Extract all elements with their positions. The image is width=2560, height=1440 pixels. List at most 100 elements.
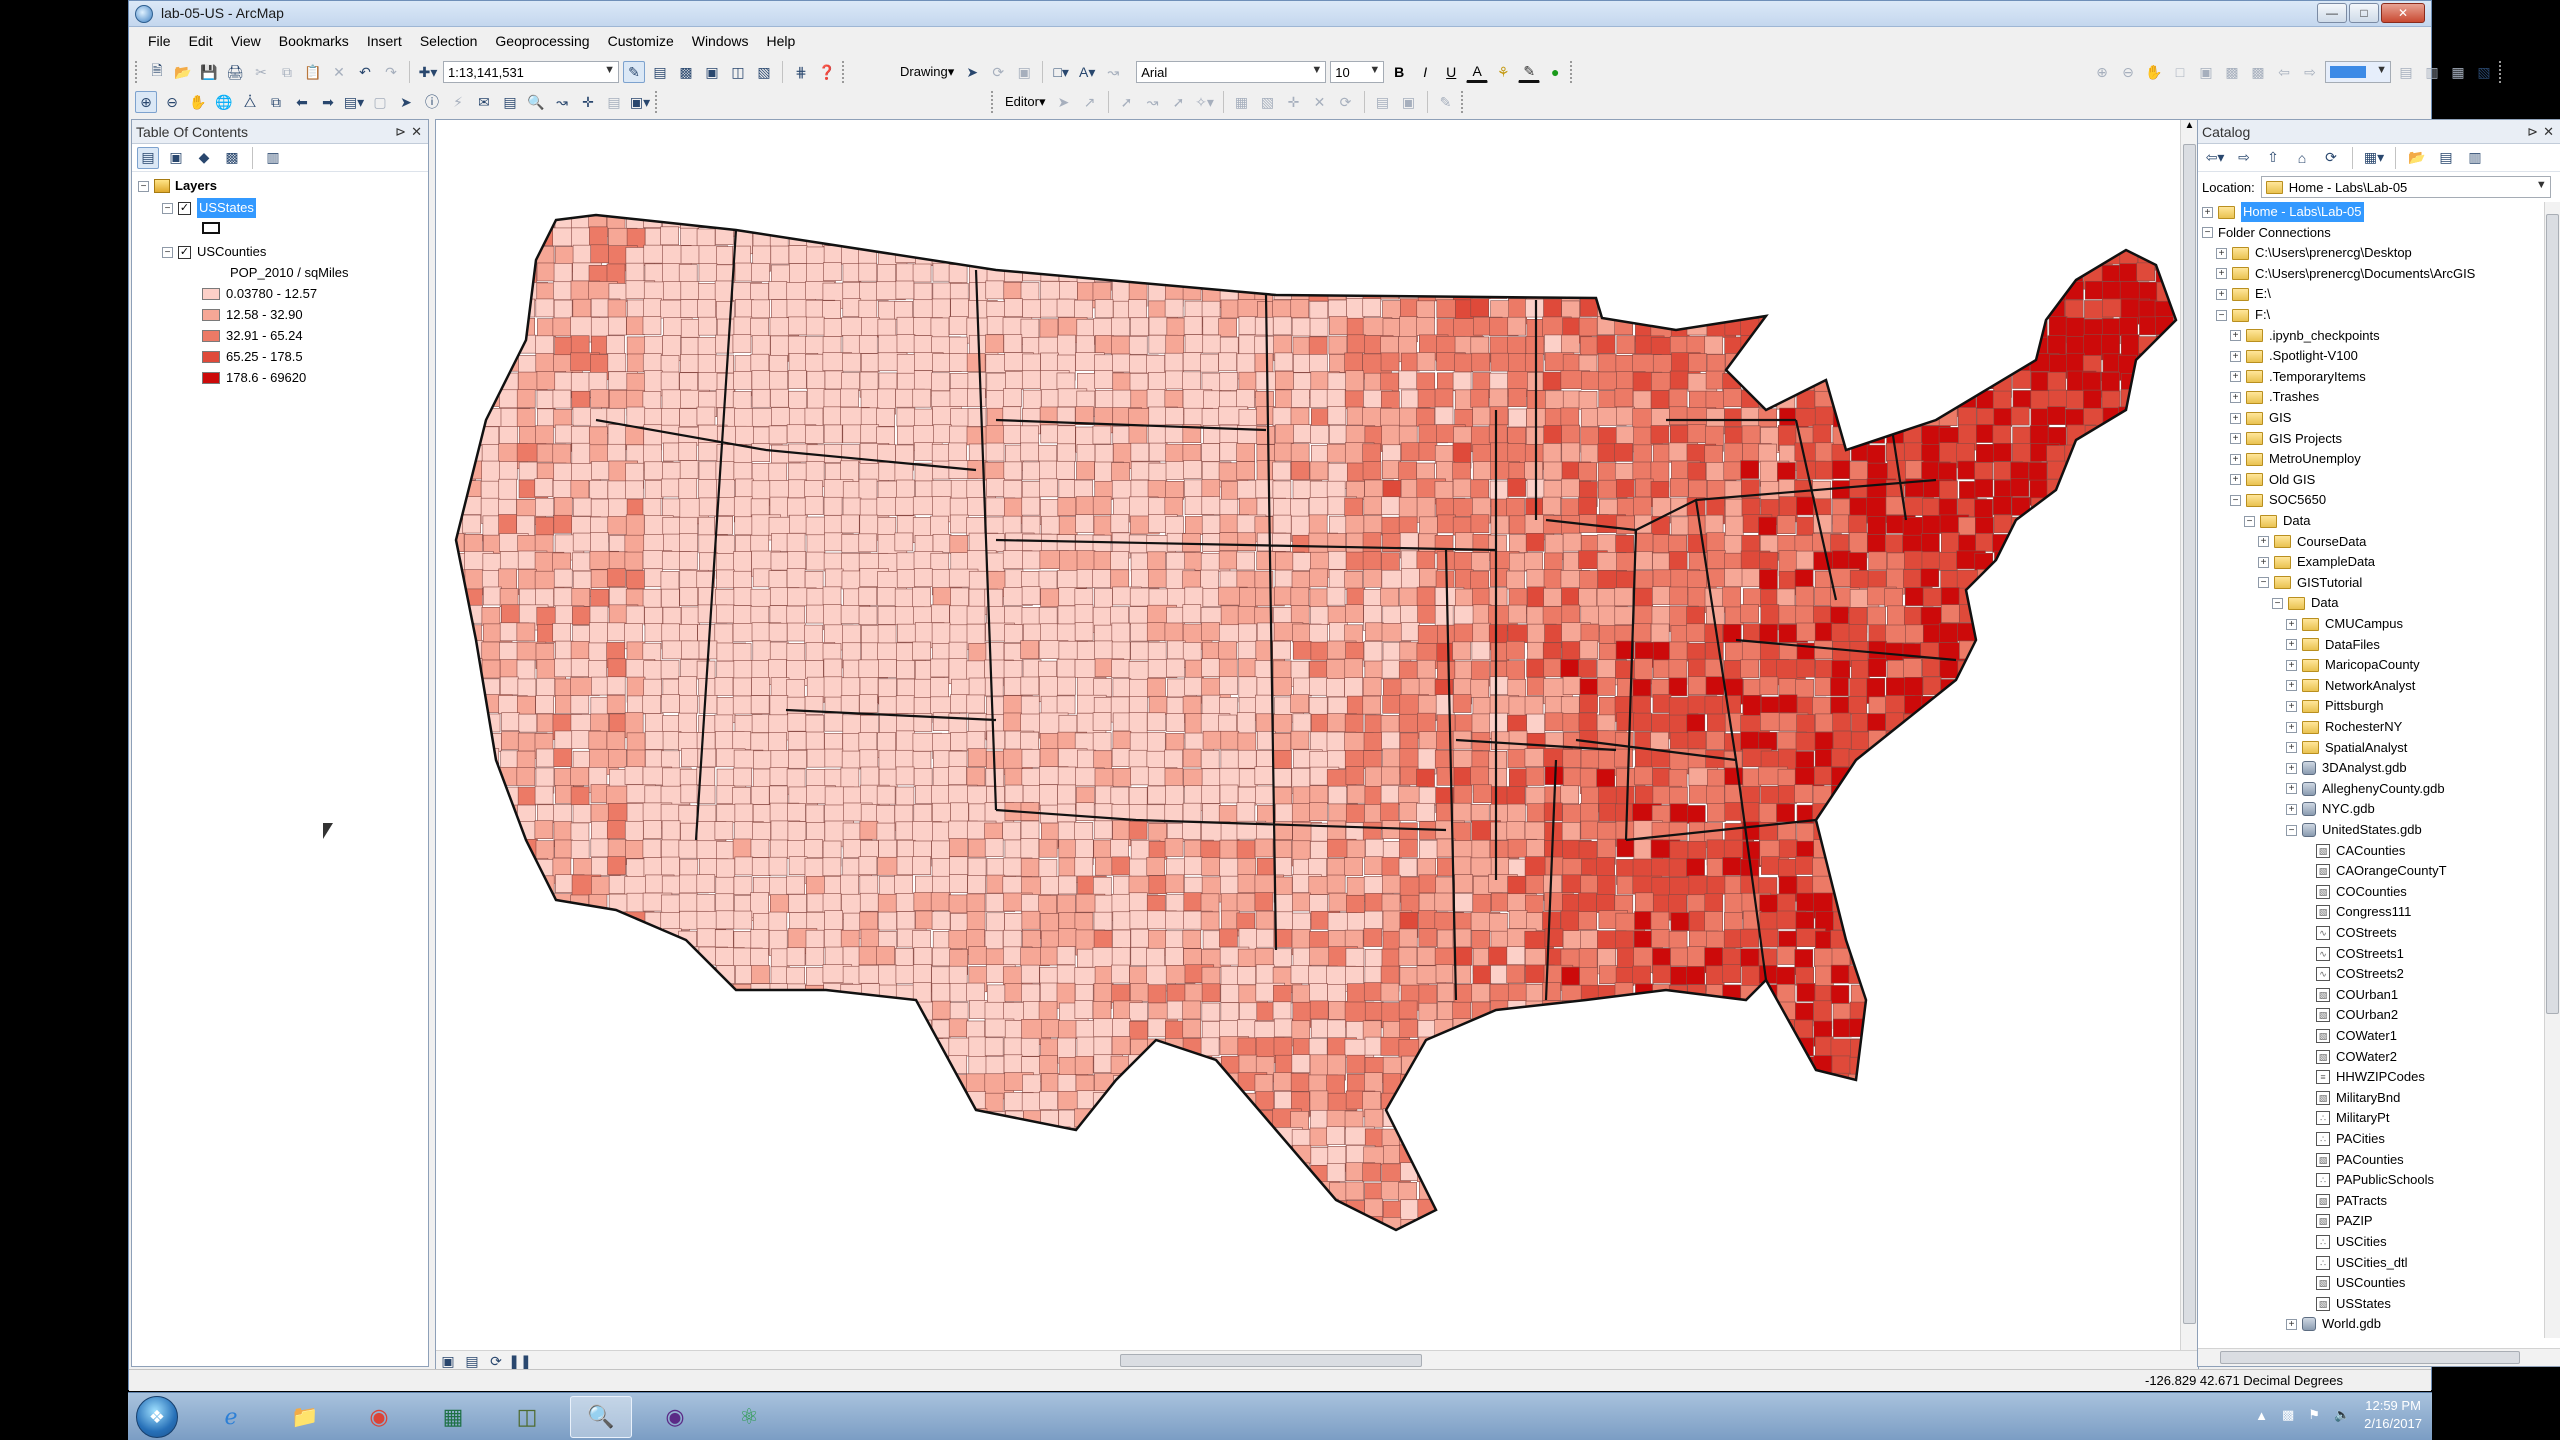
county-polygon[interactable]: [1057, 676, 1076, 696]
county-polygon[interactable]: [570, 1020, 589, 1039]
county-polygon[interactable]: [788, 749, 807, 769]
county-polygon[interactable]: [1995, 767, 2025, 787]
county-polygon[interactable]: [625, 983, 655, 1010]
county-polygon[interactable]: [1884, 911, 1904, 938]
county-polygon[interactable]: [914, 226, 933, 245]
county-polygon[interactable]: [751, 299, 770, 319]
county-polygon[interactable]: [1472, 1056, 1492, 1075]
county-polygon[interactable]: [1328, 264, 1358, 283]
county-polygon[interactable]: [1365, 838, 1384, 858]
county-polygon[interactable]: [2102, 767, 2121, 786]
county-polygon[interactable]: [1273, 1037, 1293, 1056]
county-polygon[interactable]: [788, 408, 808, 427]
county-polygon[interactable]: [2172, 533, 2180, 560]
county-polygon[interactable]: [516, 298, 536, 318]
county-polygon[interactable]: [572, 298, 592, 318]
county-polygon[interactable]: [1434, 892, 1454, 912]
county-polygon[interactable]: [1146, 894, 1166, 914]
county-polygon[interactable]: [2031, 625, 2061, 644]
county-polygon[interactable]: [1723, 263, 1742, 290]
county-polygon[interactable]: [1687, 462, 1707, 481]
menu-insert[interactable]: Insert: [358, 27, 411, 55]
county-polygon[interactable]: [716, 785, 736, 805]
county-polygon[interactable]: [1058, 875, 1077, 895]
county-polygon[interactable]: [1147, 226, 1167, 245]
county-polygon[interactable]: [1400, 1090, 1430, 1109]
county-polygon[interactable]: [1201, 768, 1221, 788]
county-polygon[interactable]: [2120, 730, 2139, 750]
county-polygon[interactable]: [2010, 461, 2029, 481]
county-polygon[interactable]: [1111, 1036, 1131, 1055]
county-polygon[interactable]: [1507, 983, 1527, 1003]
county-polygon[interactable]: [1327, 750, 1346, 770]
bold-icon[interactable]: B: [1388, 61, 1410, 83]
text-icon[interactable]: A▾: [1076, 61, 1098, 83]
county-polygon[interactable]: [1346, 876, 1366, 896]
county-polygon[interactable]: [2101, 1018, 2121, 1038]
county-polygon[interactable]: [696, 732, 716, 751]
county-polygon[interactable]: [535, 425, 554, 445]
county-polygon[interactable]: [2137, 570, 2156, 590]
county-polygon[interactable]: [445, 894, 463, 913]
county-polygon[interactable]: [1848, 246, 1868, 266]
county-polygon[interactable]: [896, 1055, 915, 1074]
county-polygon[interactable]: [1183, 892, 1203, 911]
county-polygon[interactable]: [1292, 947, 1312, 967]
county-polygon[interactable]: [1200, 911, 1220, 931]
county-polygon[interactable]: [1670, 1001, 1690, 1020]
county-polygon[interactable]: [1814, 622, 1834, 642]
county-polygon[interactable]: [2083, 588, 2103, 608]
county-polygon[interactable]: [967, 748, 987, 767]
county-polygon[interactable]: [1399, 210, 1419, 229]
county-polygon[interactable]: [1848, 624, 1868, 643]
county-polygon[interactable]: [1200, 353, 1219, 373]
county-polygon[interactable]: [1938, 209, 1958, 235]
county-polygon[interactable]: [1578, 229, 1597, 255]
county-polygon[interactable]: [463, 281, 482, 301]
county-polygon[interactable]: [788, 894, 807, 913]
county-polygon[interactable]: [1669, 641, 1688, 661]
point-icon[interactable]: ✧▾: [1194, 91, 1216, 113]
county-polygon[interactable]: [1345, 642, 1364, 661]
county-polygon[interactable]: [2066, 748, 2096, 767]
county-polygon[interactable]: [642, 839, 662, 858]
county-polygon[interactable]: [698, 715, 717, 734]
county-polygon[interactable]: [1993, 211, 2013, 230]
county-polygon[interactable]: [1904, 262, 1924, 282]
county-polygon[interactable]: [1668, 245, 1688, 265]
county-polygon[interactable]: [1291, 571, 1311, 590]
county-polygon[interactable]: [1218, 352, 1237, 372]
county-polygon[interactable]: [1993, 247, 2012, 273]
county-polygon[interactable]: [1023, 1001, 1042, 1020]
county-polygon[interactable]: [912, 751, 932, 770]
county-polygon[interactable]: [1670, 1036, 1689, 1056]
county-polygon[interactable]: [1994, 479, 2013, 499]
county-polygon[interactable]: [2048, 731, 2078, 750]
county-polygon[interactable]: [805, 929, 825, 949]
county-polygon[interactable]: [751, 1056, 771, 1076]
county-polygon[interactable]: [1687, 1054, 1707, 1073]
county-polygon[interactable]: [1833, 372, 1852, 392]
county-polygon[interactable]: [715, 354, 734, 374]
county-polygon[interactable]: [1021, 749, 1041, 768]
county-polygon[interactable]: [1040, 1038, 1059, 1058]
county-polygon[interactable]: [482, 1037, 501, 1064]
county-polygon[interactable]: [1309, 785, 1329, 805]
county-polygon[interactable]: [2028, 966, 2047, 986]
county-polygon[interactable]: [2154, 606, 2180, 626]
county-polygon[interactable]: [751, 443, 770, 462]
county-polygon[interactable]: [1724, 802, 1744, 821]
county-polygon[interactable]: [1939, 983, 1959, 1003]
county-polygon[interactable]: [681, 748, 700, 767]
county-polygon[interactable]: [1994, 1074, 2013, 1094]
county-polygon[interactable]: [1309, 354, 1328, 373]
county-polygon[interactable]: [2120, 442, 2139, 461]
county-polygon[interactable]: [1527, 228, 1557, 248]
county-polygon[interactable]: [2046, 804, 2077, 823]
county-polygon[interactable]: [949, 838, 968, 857]
county-polygon[interactable]: [1363, 569, 1382, 588]
county-polygon[interactable]: [1778, 571, 1798, 590]
county-polygon[interactable]: [1866, 964, 1886, 984]
county-polygon[interactable]: [1939, 910, 1958, 930]
county-polygon[interactable]: [1381, 228, 1411, 248]
